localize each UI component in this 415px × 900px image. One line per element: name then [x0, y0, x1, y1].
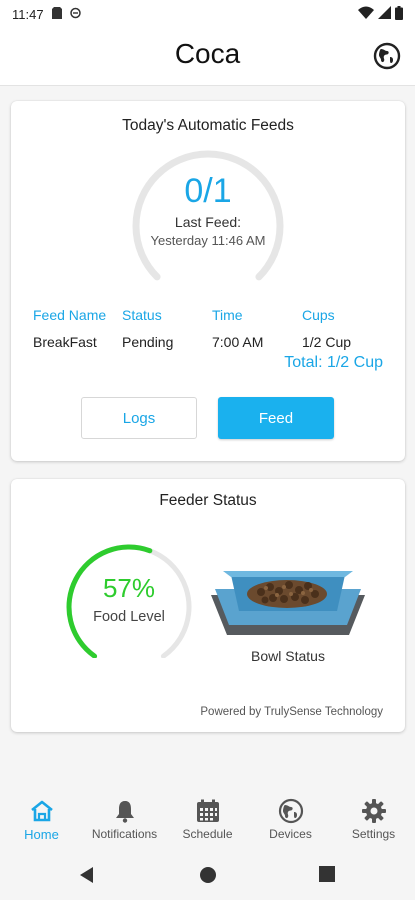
- recents-icon[interactable]: [319, 866, 335, 887]
- calendar-icon: [195, 798, 221, 824]
- feed-table-header: Feed Name Status Time Cups: [33, 301, 393, 328]
- feed-time-cell: 7:00 AM: [212, 333, 264, 350]
- nav-notifications[interactable]: Notifications: [83, 790, 166, 850]
- nav-devices-label: Devices: [269, 827, 312, 841]
- feeds-count: 0/1: [184, 172, 232, 210]
- app-header: Coca: [0, 28, 415, 86]
- nav-schedule[interactable]: Schedule: [166, 790, 249, 850]
- feeder-status-title: Feeder Status: [159, 492, 257, 509]
- food-level-percent: 57%: [102, 573, 156, 603]
- nav-settings[interactable]: Settings: [332, 790, 415, 850]
- bowl-icon: [209, 565, 367, 643]
- sd-card-icon: [51, 6, 62, 22]
- nav-devices[interactable]: Devices: [249, 790, 332, 850]
- feed-button[interactable]: Feed: [218, 397, 334, 439]
- feed-cups-cell: 1/2 Cup: [302, 333, 352, 350]
- column-header-cups: Cups: [302, 306, 335, 323]
- sync-icon: [69, 7, 81, 22]
- wifi-icon: [358, 6, 374, 22]
- nav-settings-label: Settings: [351, 827, 396, 841]
- powered-by: Powered by TrulySense Technology: [200, 706, 383, 718]
- bottom-nav: Home Notifications Schedule Devices Sett…: [0, 790, 415, 850]
- status-time: 11:47: [12, 6, 44, 22]
- column-header-feed-name: Feed Name: [33, 306, 107, 323]
- bell-icon: [112, 798, 138, 824]
- food-level-label: Food Level: [93, 609, 165, 625]
- bowl-status-label: Bowl Status: [251, 648, 325, 664]
- last-feed-label: Last Feed:: [174, 214, 242, 230]
- feeds-card-title: Today's Automatic Feeds: [122, 117, 294, 134]
- signal-icon: [378, 6, 391, 22]
- feed-table: Feed Name Status Time Cups BreakFast Pen…: [33, 301, 393, 355]
- back-icon[interactable]: [78, 866, 96, 889]
- feed-status-cell: Pending: [122, 333, 174, 350]
- nav-home-label: Home: [24, 827, 59, 842]
- column-header-time: Time: [212, 306, 243, 323]
- nav-notifications-label: Notifications: [91, 827, 158, 841]
- system-nav-bar: [0, 850, 415, 900]
- home-circle-icon[interactable]: [199, 866, 217, 889]
- logs-button[interactable]: Logs: [81, 397, 197, 439]
- battery-icon: [395, 5, 403, 23]
- gear-icon: [361, 798, 387, 824]
- globe-icon[interactable]: [373, 42, 401, 70]
- column-header-status: Status: [122, 306, 162, 323]
- feeds-progress-ring: 0/1 Last Feed: Yesterday 11:46 AM: [128, 148, 288, 288]
- globe-icon: [278, 798, 304, 824]
- total-cups: Total: 1/2 Cup: [284, 354, 383, 371]
- home-icon: [29, 798, 55, 824]
- table-row: BreakFast Pending 7:00 AM 1/2 Cup: [33, 328, 393, 355]
- food-level-gauge: 57% Food Level: [59, 543, 199, 658]
- automatic-feeds-card: Today's Automatic Feeds 0/1 Last Feed: Y…: [11, 101, 405, 461]
- page-title: Coca: [174, 38, 241, 69]
- status-bar: 11:47: [0, 0, 415, 28]
- nav-schedule-label: Schedule: [182, 827, 233, 841]
- feeder-status-card: Feeder Status 57% Food Level Bowl Status…: [11, 479, 405, 732]
- last-feed-time: Yesterday 11:46 AM: [150, 233, 266, 248]
- feed-name-cell: BreakFast: [33, 333, 97, 350]
- nav-home[interactable]: Home: [0, 790, 83, 850]
